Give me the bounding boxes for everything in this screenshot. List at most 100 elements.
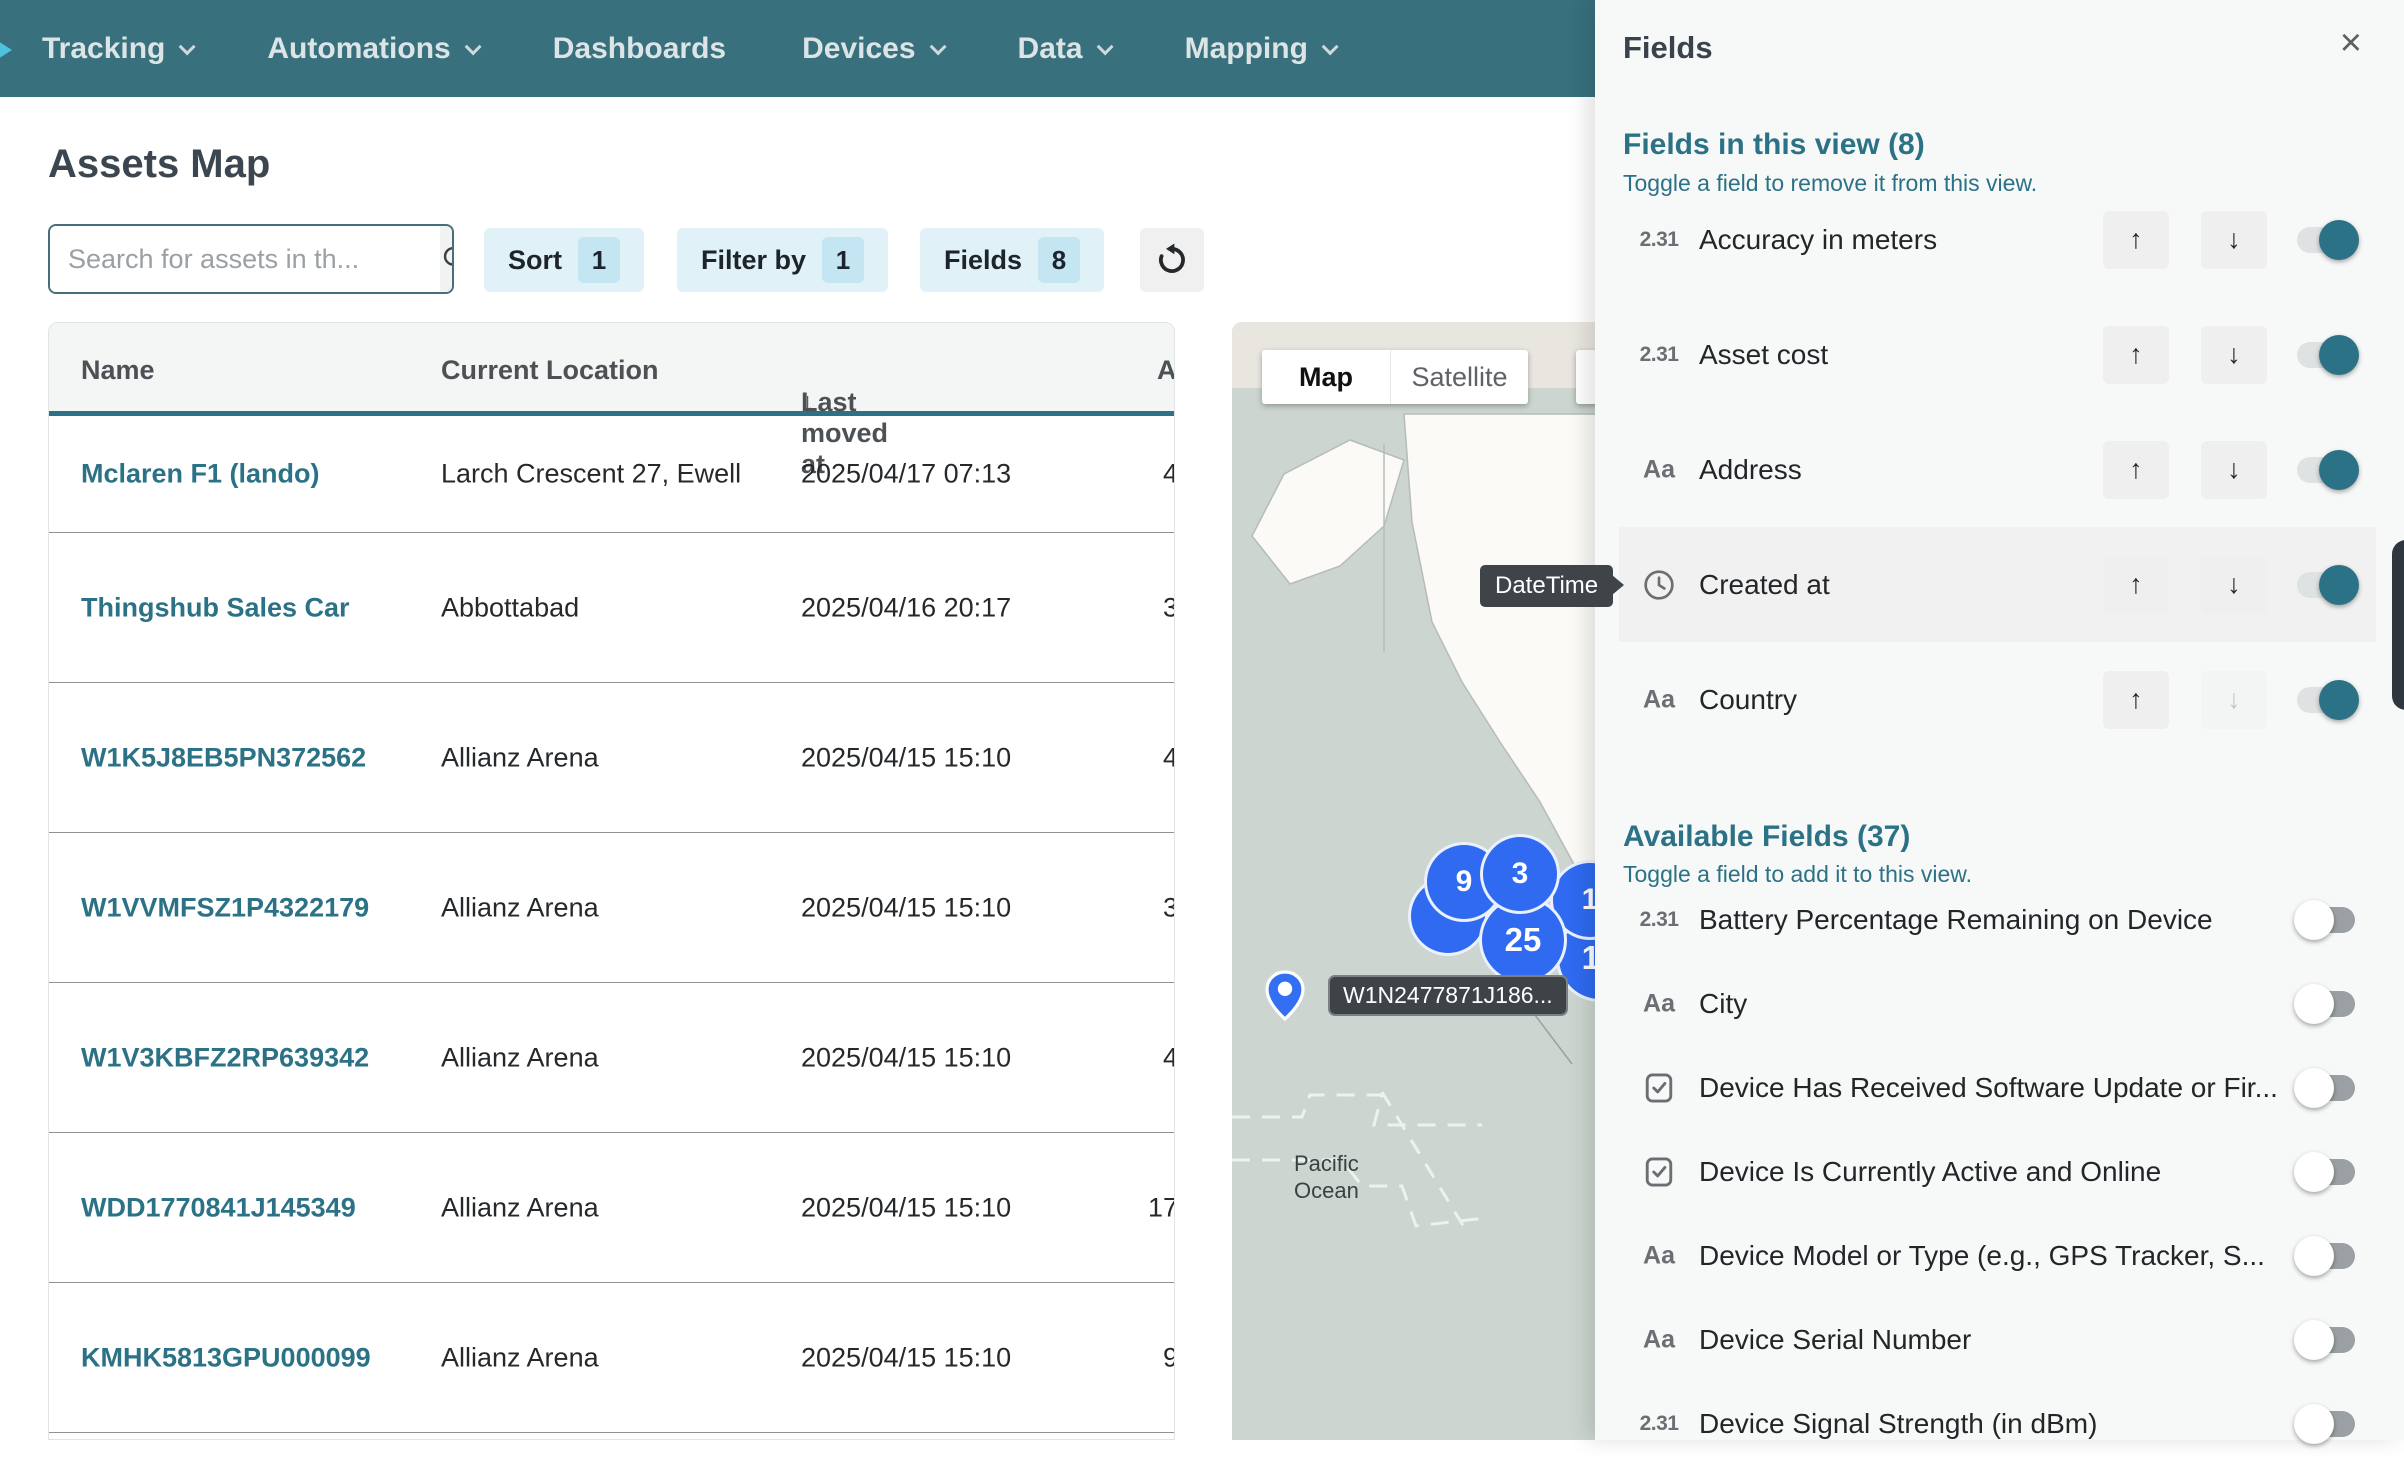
field-toggle[interactable] bbox=[2297, 991, 2355, 1017]
map-pin-icon[interactable] bbox=[1261, 968, 1309, 1032]
move-down-button[interactable]: ↓ bbox=[2201, 326, 2267, 384]
field-label: Device Model or Type (e.g., GPS Tracker,… bbox=[1699, 1240, 2265, 1272]
table-row[interactable]: Mclaren F1 (lando) Larch Crescent 27, Ew… bbox=[49, 416, 1174, 533]
field-toggle[interactable] bbox=[2297, 227, 2355, 253]
asset-col4-value: 9 bbox=[1098, 1342, 1175, 1373]
asset-location: Allianz Arena bbox=[441, 1342, 599, 1373]
nav-item-data[interactable]: Data bbox=[1018, 32, 1109, 66]
field-toggle[interactable] bbox=[2297, 1243, 2355, 1269]
number-type-icon: 2.31 bbox=[1631, 343, 1687, 367]
move-down-button[interactable]: ↓ bbox=[2201, 556, 2267, 614]
boolean-type-icon bbox=[1631, 1155, 1687, 1189]
nav-item-dashboards[interactable]: Dashboards bbox=[553, 32, 726, 66]
toggle-knob bbox=[2319, 450, 2359, 490]
table-row[interactable]: KMHK5813GPU000099 Allianz Arena 2025/04/… bbox=[49, 1283, 1174, 1433]
panel-title: Fields bbox=[1623, 30, 1713, 66]
filter-button[interactable]: Filter by 1 bbox=[677, 228, 888, 292]
nav-item-devices[interactable]: Devices bbox=[802, 32, 941, 66]
move-up-button[interactable]: ↑ bbox=[2103, 211, 2169, 269]
available-row-signal-strength: 2.31 Device Signal Strength (in dBm) bbox=[1595, 1382, 2404, 1466]
move-up-button[interactable]: ↑ bbox=[2103, 441, 2169, 499]
asset-last-moved: 2025/04/16 20:17 bbox=[801, 592, 1011, 623]
field-row-accuracy: 2.31 Accuracy in meters ↑ ↓ bbox=[1595, 182, 2404, 297]
search-icon bbox=[440, 243, 454, 275]
search-button[interactable] bbox=[440, 226, 454, 292]
field-toggle[interactable] bbox=[2297, 572, 2355, 598]
field-label: Device Is Currently Active and Online bbox=[1699, 1156, 2161, 1188]
field-toggle[interactable] bbox=[2297, 1075, 2355, 1101]
nav-item-mapping[interactable]: Mapping bbox=[1185, 32, 1334, 66]
toggle-knob bbox=[2319, 220, 2359, 260]
map-cluster[interactable]: 3 bbox=[1480, 834, 1560, 914]
asset-name-link[interactable]: W1K5J8EB5PN372562 bbox=[81, 742, 366, 773]
table-row[interactable]: W1VVMFSZ1P4322179 Allianz Arena 2025/04/… bbox=[49, 833, 1174, 983]
fields-button[interactable]: Fields 8 bbox=[920, 228, 1104, 292]
available-heading: Available Fields (37) bbox=[1623, 820, 1910, 854]
available-row-serial-number: Aa Device Serial Number bbox=[1595, 1298, 2404, 1382]
table-row[interactable]: Thingshub Sales Car Abbottabad 2025/04/1… bbox=[49, 533, 1174, 683]
field-label: Address bbox=[1699, 454, 1802, 486]
field-row-asset-cost: 2.31 Asset cost ↑ ↓ bbox=[1595, 297, 2404, 412]
toggle-knob bbox=[2294, 1236, 2334, 1276]
column-header-name[interactable]: Name bbox=[81, 355, 155, 386]
sort-desc-icon: ↓ bbox=[801, 387, 815, 418]
field-toggle[interactable] bbox=[2297, 687, 2355, 713]
available-row-battery: 2.31 Battery Percentage Remaining on Dev… bbox=[1595, 878, 2404, 962]
field-toggle[interactable] bbox=[2297, 342, 2355, 368]
map-type-satellite-button[interactable]: Satellite bbox=[1390, 350, 1528, 404]
filter-count-badge: 1 bbox=[822, 237, 864, 283]
field-label: Device Signal Strength (in dBm) bbox=[1699, 1408, 2097, 1440]
move-down-button[interactable]: ↓ bbox=[2201, 441, 2267, 499]
table-row[interactable]: W1V3KBFZ2RP639342 Allianz Arena 2025/04/… bbox=[49, 983, 1174, 1133]
refresh-button[interactable] bbox=[1140, 228, 1204, 292]
table-row[interactable]: W1K5J8EB5PN372562 Allianz Arena 2025/04/… bbox=[49, 683, 1174, 833]
text-type-icon: Aa bbox=[1631, 455, 1687, 484]
asset-name-link[interactable]: WDD1770841J145349 bbox=[81, 1192, 356, 1223]
move-up-button[interactable]: ↑ bbox=[2103, 326, 2169, 384]
available-row-active-online: Device Is Currently Active and Online bbox=[1595, 1130, 2404, 1214]
field-toggle[interactable] bbox=[2297, 907, 2355, 933]
toggle-knob bbox=[2294, 1320, 2334, 1360]
asset-col4-value: 4 bbox=[1098, 1042, 1175, 1073]
page-title: Assets Map bbox=[48, 142, 270, 187]
fields-count-badge: 8 bbox=[1038, 237, 1080, 283]
asset-col4-value: 3 bbox=[1098, 592, 1175, 623]
field-toggle[interactable] bbox=[2297, 1327, 2355, 1353]
datetime-tooltip: DateTime bbox=[1480, 565, 1613, 607]
toggle-knob bbox=[2319, 680, 2359, 720]
move-down-button[interactable]: ↓ bbox=[2201, 211, 2267, 269]
move-up-button[interactable]: ↑ bbox=[2103, 556, 2169, 614]
table-row[interactable]: WDD1770841J145349 Allianz Arena 2025/04/… bbox=[49, 1133, 1174, 1283]
nav-item-tracking[interactable]: Tracking bbox=[42, 32, 191, 66]
asset-last-moved: 2025/04/15 15:10 bbox=[801, 742, 1011, 773]
cluster-count: 25 bbox=[1505, 921, 1542, 959]
asset-name-link[interactable]: Thingshub Sales Car bbox=[81, 592, 350, 623]
nav-label: Dashboards bbox=[553, 32, 726, 66]
field-toggle[interactable] bbox=[2297, 1411, 2355, 1437]
column-header-location[interactable]: Current Location bbox=[441, 355, 659, 386]
sort-button[interactable]: Sort 1 bbox=[484, 228, 644, 292]
field-toggle[interactable] bbox=[2297, 1159, 2355, 1185]
close-icon[interactable]: × bbox=[2340, 24, 2362, 62]
text-type-icon: Aa bbox=[1631, 990, 1687, 1019]
chevron-down-icon bbox=[929, 38, 946, 55]
column-header-clipped[interactable]: A bbox=[1157, 355, 1175, 386]
field-toggle[interactable] bbox=[2297, 457, 2355, 483]
asset-location: Allianz Arena bbox=[441, 1042, 599, 1073]
asset-name-link[interactable]: Mclaren F1 (lando) bbox=[81, 459, 320, 490]
side-drawer-handle[interactable] bbox=[2392, 540, 2404, 710]
field-label: Battery Percentage Remaining on Device bbox=[1699, 904, 2213, 936]
move-up-button[interactable]: ↑ bbox=[2103, 671, 2169, 729]
cluster-count: 3 bbox=[1512, 857, 1529, 891]
asset-name-link[interactable]: W1V3KBFZ2RP639342 bbox=[81, 1042, 369, 1073]
field-label: City bbox=[1699, 988, 1747, 1020]
number-type-icon: 2.31 bbox=[1631, 1412, 1687, 1436]
refresh-icon bbox=[1153, 241, 1191, 279]
asset-location: Allianz Arena bbox=[441, 742, 599, 773]
asset-name-link[interactable]: W1VVMFSZ1P4322179 bbox=[81, 892, 369, 923]
search-input[interactable] bbox=[50, 226, 440, 292]
map-type-map-button[interactable]: Map bbox=[1262, 350, 1390, 404]
nav-item-automations[interactable]: Automations bbox=[267, 32, 476, 66]
asset-name-link[interactable]: KMHK5813GPU000099 bbox=[81, 1342, 371, 1373]
asset-col4-value: 4 bbox=[1098, 742, 1175, 773]
